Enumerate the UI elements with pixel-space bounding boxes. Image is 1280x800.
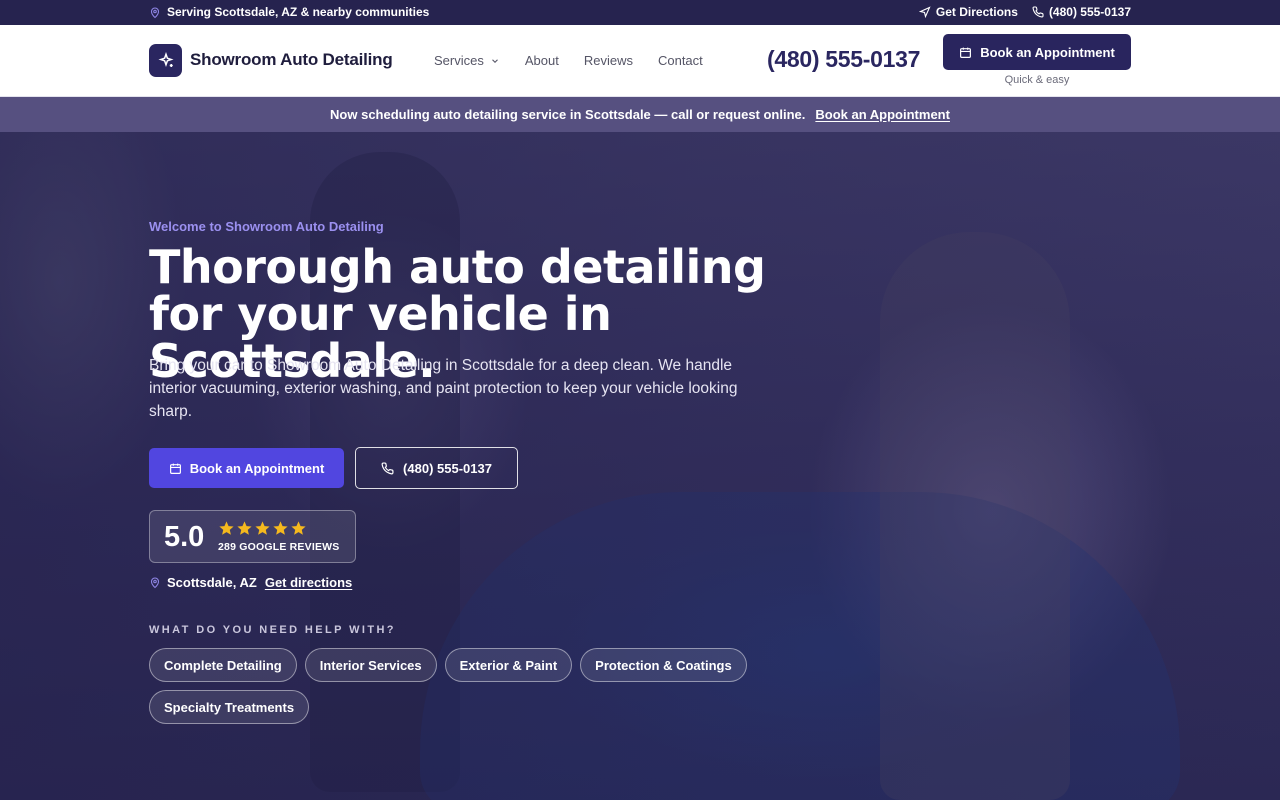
nav-item-services[interactable]: Services <box>434 53 500 68</box>
navigation-arrow-icon <box>918 6 931 18</box>
hero-phone-cta-label: (480) 555-0137 <box>403 460 492 476</box>
hero-location: Scottsdale, AZ Get directions <box>149 575 352 590</box>
hero-call-button[interactable]: (480) 555-0137 <box>355 447 518 489</box>
sparkle-icon <box>157 51 175 70</box>
main-nav: Services About Reviews Contact <box>434 53 703 68</box>
nav-item-label: Services <box>434 53 484 68</box>
hero-description: Bring your car to Showroom Auto Detailin… <box>149 357 738 420</box>
header-cta-label: Book an Appointment <box>980 44 1115 60</box>
topbar-phone-text: (480) 555-0137 <box>1048 5 1131 19</box>
calendar-icon <box>169 462 182 475</box>
chip-interior-services[interactable]: Interior Services <box>304 648 437 682</box>
service-area: Serving Scottsdale, AZ & nearby communit… <box>149 5 429 19</box>
logo[interactable] <box>149 44 182 77</box>
chip-exterior-paint[interactable]: Exterior & Paint <box>444 648 573 682</box>
hero-primary-cta-label: Book an Appointment <box>189 460 325 476</box>
location-city: Scottsdale, AZ <box>167 575 257 590</box>
service-area-text: Serving Scottsdale, AZ & nearby communit… <box>167 5 430 19</box>
hero-book-appointment-button[interactable]: Book an Appointment <box>149 448 344 488</box>
topbar-phone-link[interactable]: (480) 555-0137 <box>1032 5 1131 19</box>
get-directions-link-hero[interactable]: Get directions <box>265 575 352 590</box>
announcement-book-link[interactable]: Book an Appointment <box>815 107 950 122</box>
hero-eyebrow: Welcome to Showroom Auto Detailing <box>149 219 384 234</box>
chip-protection-coatings[interactable]: Protection & Coatings <box>580 648 747 682</box>
chip-specialty-treatments[interactable]: Specialty Treatments <box>149 690 310 724</box>
header-cta-subtext: Quick & easy <box>1004 74 1070 86</box>
calendar-icon <box>959 46 972 59</box>
nav-item-contact[interactable]: Contact <box>658 53 703 68</box>
map-pin-icon <box>149 576 161 589</box>
map-pin-icon <box>149 6 161 19</box>
nav-item-about[interactable]: About <box>525 53 559 68</box>
star-icon <box>237 521 252 535</box>
header-phone-link[interactable]: (480) 555-0137 <box>767 46 920 73</box>
phone-icon <box>1032 6 1044 18</box>
site-header: Showroom Auto Detailing Services About R… <box>0 25 1280 97</box>
rating-count: 289 GOOGLE REVIEWS <box>218 541 340 553</box>
google-rating-card[interactable]: 5.0 289 GOOGLE REVIEWS <box>149 510 356 563</box>
hero-section: Welcome to Showroom Auto Detailing Thoro… <box>0 132 1280 800</box>
star-icon <box>219 521 234 535</box>
chevron-down-icon <box>490 56 500 66</box>
star-icon <box>291 521 306 535</box>
phone-icon <box>381 461 394 475</box>
help-heading: WHAT DO YOU NEED HELP WITH? <box>149 624 396 636</box>
header-book-appointment-button[interactable]: Book an Appointment <box>943 34 1131 70</box>
announcement-bar: Now scheduling auto detailing service in… <box>0 97 1280 132</box>
top-utility-bar: Serving Scottsdale, AZ & nearby communit… <box>0 0 1280 25</box>
chip-complete-detailing[interactable]: Complete Detailing <box>149 648 297 682</box>
service-chips: Complete Detailing Interior Services Ext… <box>149 648 749 724</box>
brand-name[interactable]: Showroom Auto Detailing <box>190 50 393 70</box>
get-directions-link[interactable]: Get Directions <box>918 5 1018 19</box>
announcement-message: Now scheduling auto detailing service in… <box>330 107 806 122</box>
get-directions-label: Get Directions <box>935 5 1018 19</box>
nav-item-reviews[interactable]: Reviews <box>584 53 633 68</box>
star-icon <box>273 521 288 535</box>
rating-score: 5.0 <box>164 521 205 553</box>
rating-stars <box>218 520 307 537</box>
star-icon <box>255 521 270 535</box>
